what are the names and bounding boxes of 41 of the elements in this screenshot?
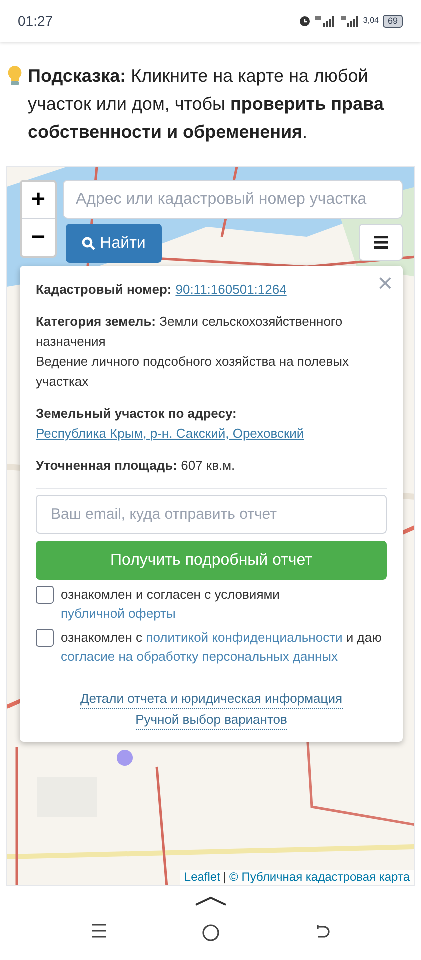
attribution-link[interactable]: © Публичная кадастровая карта	[230, 870, 410, 885]
checkbox[interactable]	[36, 629, 54, 647]
field-label: Земельный участок по адресу:	[36, 405, 237, 423]
back-icon[interactable]	[314, 924, 330, 940]
field-label: Кадастровый номер:	[36, 281, 172, 299]
consent-text: ознакомлен и согласен с условиями	[61, 587, 281, 602]
zoom-in-button[interactable]: +	[22, 182, 55, 219]
close-button[interactable]: ×	[378, 268, 393, 298]
footer-link[interactable]: Детали отчета и юридическая информация	[80, 690, 343, 709]
menu-icon	[374, 236, 388, 249]
field-text: Категория земель: Земли сельскохозяйственного назначения	[36, 313, 344, 351]
recent-apps-icon[interactable]	[90, 924, 106, 938]
leaflet-link[interactable]: Leaflet	[184, 870, 220, 885]
consent-link[interactable]: публичной оферты	[61, 604, 176, 623]
signal-icon	[341, 16, 360, 26]
field-text: Ведение личного подсобного хозяйства на полевых участках	[36, 353, 350, 391]
footer-link[interactable]: Ручной выбор вариантов	[136, 711, 288, 730]
submit-button[interactable]: Получить подробный отчет	[36, 541, 387, 580]
field-link[interactable]: Республика Крым, р-н. Сакский, Ореховский	[36, 424, 304, 444]
search-field[interactable]: Адрес или кадастровый номер участка	[63, 180, 403, 219]
checkbox[interactable]	[36, 586, 54, 604]
network-speed: 3,04	[363, 17, 379, 25]
zoom-out-button[interactable]: −	[22, 219, 55, 256]
email-field[interactable]: Ваш email, куда отправить отчет	[36, 495, 387, 534]
chevron-up-icon[interactable]	[194, 896, 226, 906]
alarm-icon	[299, 15, 312, 27]
home-icon[interactable]	[202, 924, 220, 942]
consent-text: ознакомлен с	[61, 630, 144, 645]
search-button[interactable]: Найти	[66, 224, 162, 263]
battery-indicator: 69	[382, 14, 403, 28]
menu-button[interactable]	[359, 224, 403, 261]
field-link[interactable]: 90:11:160501:1264	[176, 280, 287, 300]
consent-link[interactable]: политикой конфиденциальности	[146, 628, 343, 647]
consent-text: и даю	[345, 630, 383, 645]
search-icon	[82, 236, 96, 250]
lightbulb-icon	[8, 66, 22, 86]
hint-text: Подсказка: Кликните на карте на любой участок или дом, чтобы проверить права собственности и обременения.	[28, 65, 385, 144]
attribution-separator: |	[223, 870, 227, 885]
status-time: 01:27	[18, 12, 54, 30]
consent-link[interactable]: согласие на обработку персональных данных	[61, 647, 338, 666]
field-text: Уточненная площадь: 607 кв.м.	[36, 457, 236, 475]
